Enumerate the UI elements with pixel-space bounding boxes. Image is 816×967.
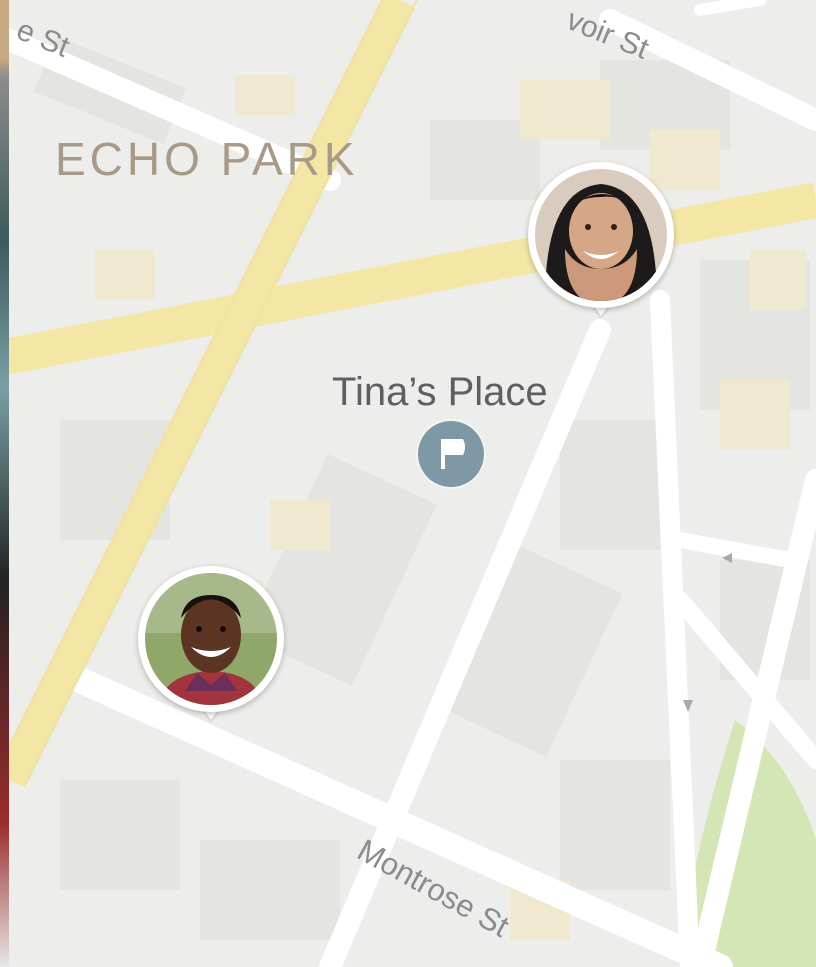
adjacent-panel-edge: [0, 0, 9, 967]
place-label[interactable]: Tina’s Place: [332, 370, 548, 415]
map-view[interactable]: ECHO PARK e St voir St Montrose St Tina’…: [0, 0, 816, 967]
avatar-woman-icon: [535, 169, 667, 301]
place-marker[interactable]: [418, 421, 484, 487]
avatar-man-icon: [145, 573, 277, 705]
neighborhood-label: ECHO PARK: [55, 133, 359, 185]
flag-icon: [441, 439, 465, 469]
